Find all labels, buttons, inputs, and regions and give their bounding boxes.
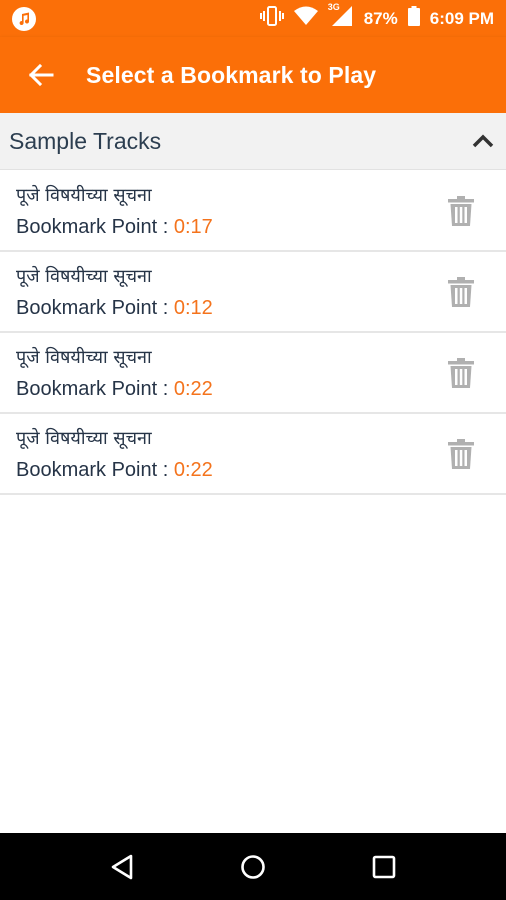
chevron-up-icon[interactable] <box>470 128 496 154</box>
track-name: पूजे विषयीच्या सूचना <box>16 427 152 449</box>
page-title: Select a Bookmark to Play <box>86 61 377 88</box>
nav-recents-button[interactable] <box>360 843 408 891</box>
bookmark-row[interactable]: पूजे विषयीच्या सूचना Bookmark Point : 0:… <box>0 171 506 252</box>
bookmark-point-label: Bookmark Point : <box>16 377 169 400</box>
track-name: पूजे विषयीच्या सूचना <box>16 184 152 206</box>
nav-back-button[interactable] <box>98 843 146 891</box>
vibrate-icon <box>259 6 284 31</box>
bookmark-time: 0:22 <box>173 458 213 481</box>
network-type-label: 3G <box>327 2 340 12</box>
bookmark-point-label: Bookmark Point : <box>16 458 169 481</box>
back-triangle-icon <box>111 854 132 879</box>
track-name: पूजे विषयीच्या सूचना <box>16 265 152 287</box>
battery-icon <box>407 6 420 31</box>
clock: 6:09 PM <box>429 8 494 28</box>
bookmark-time: 0:12 <box>173 296 213 319</box>
trash-icon <box>448 195 474 226</box>
section-title: Sample Tracks <box>9 127 162 154</box>
system-nav-bar <box>0 833 506 900</box>
wifi-icon <box>293 6 319 31</box>
app-bar: Select a Bookmark to Play <box>0 37 506 113</box>
back-button[interactable] <box>20 54 62 96</box>
trash-icon <box>448 438 474 469</box>
bookmark-row[interactable]: पूजे विषयीच्या सूचना Bookmark Point : 0:… <box>0 333 506 414</box>
bookmark-row[interactable]: पूजे विषयीच्या सूचना Bookmark Point : 0:… <box>0 414 506 495</box>
battery-percent: 87% <box>363 8 398 28</box>
trash-icon <box>448 276 474 307</box>
delete-bookmark-button[interactable] <box>444 191 478 231</box>
music-notification-icon <box>12 6 36 31</box>
arrow-back-icon <box>28 63 54 87</box>
bookmark-time: 0:22 <box>173 377 213 400</box>
status-bar: 3G 87% 6:09 PM <box>0 0 506 37</box>
signal-icon: 3G <box>327 2 354 32</box>
bookmark-row[interactable]: पूजे विषयीच्या सूचना Bookmark Point : 0:… <box>0 252 506 333</box>
home-circle-icon <box>241 854 265 879</box>
section-header-sample-tracks[interactable]: Sample Tracks <box>0 113 506 170</box>
track-name: पूजे विषयीच्या सूचना <box>16 346 152 368</box>
recents-square-icon <box>373 855 396 878</box>
delete-bookmark-button[interactable] <box>444 434 478 474</box>
bookmark-point-label: Bookmark Point : <box>16 215 169 238</box>
bookmark-time: 0:17 <box>173 215 213 238</box>
bookmark-point-label: Bookmark Point : <box>16 296 169 319</box>
trash-icon <box>448 357 474 388</box>
delete-bookmark-button[interactable] <box>444 353 478 393</box>
nav-home-button[interactable] <box>229 843 277 891</box>
delete-bookmark-button[interactable] <box>444 272 478 312</box>
bookmark-list: पूजे विषयीच्या सूचना Bookmark Point : 0:… <box>0 171 506 495</box>
